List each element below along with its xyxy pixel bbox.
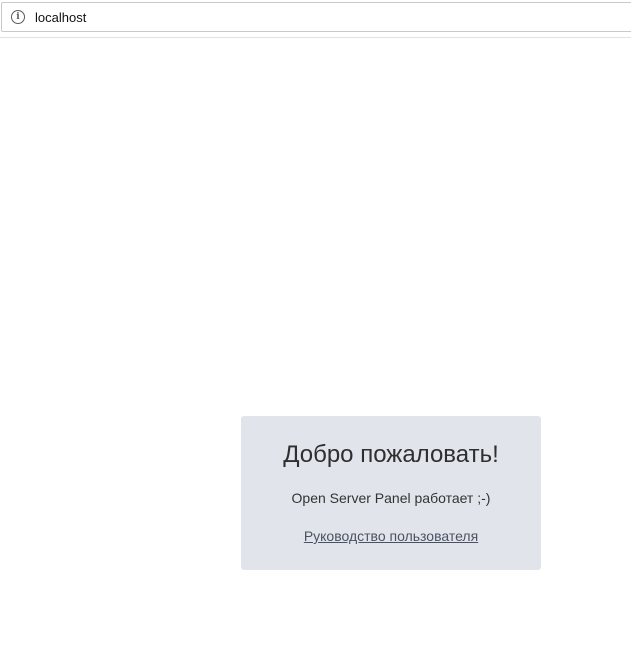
server-status-text: Open Server Panel работает ;-): [291, 490, 491, 506]
welcome-title: Добро пожаловать!: [283, 441, 499, 468]
user-guide-link-wrapper: Руководство пользователя: [241, 527, 541, 545]
welcome-card: Добро пожаловать! Open Server Panel рабо…: [241, 416, 541, 570]
info-icon[interactable]: i: [11, 10, 25, 24]
address-bar[interactable]: i localhost: [1, 2, 631, 32]
user-guide-link[interactable]: Руководство пользователя: [304, 528, 478, 544]
page-divider: [0, 37, 631, 38]
url-text[interactable]: localhost: [35, 10, 86, 26]
